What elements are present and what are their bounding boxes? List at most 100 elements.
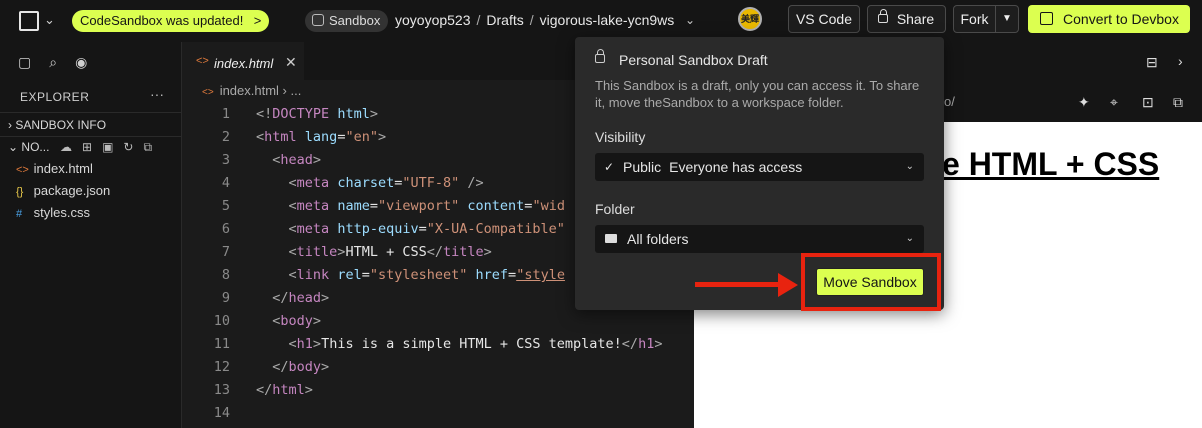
json-file-icon: {} [16, 186, 24, 198]
folder-value: All folders [627, 231, 689, 247]
cube-icon [1040, 12, 1053, 25]
project-breadcrumb: yoyoyop523/Drafts / vigorous-lake-ycn9ws [395, 12, 675, 28]
breadcrumb-drafts[interactable]: Drafts [486, 12, 523, 28]
search-icon[interactable]: ⌕ [49, 54, 57, 71]
preview-url[interactable]: o/ [944, 94, 955, 109]
new-folder-icon[interactable]: ▣ [102, 140, 113, 155]
line-number: 3 [221, 152, 230, 168]
chevron-right-icon[interactable]: › [1178, 53, 1183, 69]
close-icon[interactable]: ✕ [285, 54, 297, 71]
line-number: 8 [221, 267, 230, 283]
divider [0, 136, 181, 137]
css-file-icon: # [16, 208, 23, 220]
preview-heading: e HTML + CSS [942, 146, 1160, 182]
visibility-note: Everyone has access [669, 159, 803, 175]
sidebar: ▢ ⌕ ◉ EXPLORER ··· › SANDBOX INFO ⌄ NO..… [0, 42, 182, 428]
more-options-icon[interactable]: ··· [150, 86, 164, 102]
file-item-styles-css[interactable]: # styles.css [16, 205, 90, 220]
code-line: </body> [272, 359, 330, 375]
breadcrumb-more[interactable]: ... [291, 83, 302, 98]
line-number: 12 [213, 359, 230, 375]
breadcrumb-user[interactable]: yoyoyop523 [395, 12, 471, 28]
line-number: 13 [213, 382, 230, 398]
html-file-icon: <> [196, 55, 209, 67]
code-line: </html> [256, 382, 313, 398]
convert-label: Convert to Devbox [1063, 11, 1179, 27]
avatar[interactable]: 美輝 [738, 7, 762, 31]
check-icon: ✓ [604, 160, 615, 174]
crosshair-icon[interactable]: ⌖ [1110, 94, 1118, 111]
code-line: <link rel="stylesheet" href="style [288, 267, 565, 283]
collapse-icon[interactable]: ⧉ [143, 140, 152, 155]
line-number: 9 [221, 290, 230, 306]
html-file-icon: <> [16, 164, 29, 176]
file-name: package.json [33, 183, 111, 198]
explorer-heading: EXPLORER [20, 90, 90, 104]
folder-section[interactable]: ⌄ NO... [8, 140, 49, 154]
chevron-right-icon: › [8, 118, 12, 132]
folder-label: Folder [595, 201, 635, 217]
breadcrumb-project[interactable]: vigorous-lake-ycn9ws [540, 12, 675, 28]
code-line: <!DOCTYPE html> [256, 106, 378, 122]
fork-button[interactable]: Fork [953, 5, 996, 33]
file-item-package-json[interactable]: {} package.json [16, 183, 110, 198]
share-label: Share [896, 11, 935, 27]
code-line: <h1>This is a simple HTML + CSS template… [288, 336, 663, 352]
tab-label: index.html [214, 56, 274, 71]
code-line: <html lang="en"> [256, 129, 387, 145]
lock-icon [878, 9, 888, 23]
upload-icon[interactable]: ☁ [60, 140, 72, 155]
folder-tools: ☁ ⊞ ▣ ↻ ⧉ [60, 140, 152, 155]
file-name: styles.css [33, 205, 90, 220]
tab-index-html[interactable]: <> index.html ✕ [182, 42, 304, 80]
line-number: 14 [213, 405, 230, 421]
file-item-index-html[interactable]: <> index.html [16, 161, 93, 176]
update-notice-text: CodeSandbox was updated! [80, 13, 244, 28]
code-line: <meta charset="UTF-8" /> [288, 175, 484, 191]
top-bar: ⌄ CodeSandbox was updated! > Sandbox yoy… [0, 0, 1202, 42]
code-line: <title>HTML + CSS</title> [288, 244, 492, 260]
code-line: <body> [272, 313, 322, 329]
folder-select[interactable]: All folders ⌄ [595, 225, 924, 253]
code-line: </head> [272, 290, 330, 306]
project-menu-chevron-icon[interactable]: ⌄ [685, 13, 695, 27]
vscode-button[interactable]: VS Code [788, 5, 860, 33]
menu-logo-icon[interactable] [19, 11, 39, 31]
annotation-arrow-shaft [695, 282, 783, 287]
sidebar-toolbar: ▢ ⌕ ◉ [18, 54, 87, 71]
divider [0, 112, 181, 113]
window-icon[interactable]: ⧉ [1173, 94, 1183, 111]
code-line: <head> [272, 152, 322, 168]
sandbox-info-section[interactable]: › SANDBOX INFO [8, 118, 106, 132]
split-layout-icon[interactable]: ⊟ [1146, 54, 1158, 71]
chevron-down-icon: ⌄ [905, 161, 914, 172]
code-line: <meta http-equiv="X-UA-Compatible" [288, 221, 565, 237]
sandbox-type-label: Sandbox [329, 13, 381, 28]
chevron-down-icon[interactable]: ⌄ [44, 12, 55, 28]
sandbox-cube-icon [312, 14, 324, 26]
convert-to-devbox-button[interactable]: Convert to Devbox [1028, 5, 1190, 33]
line-number: 10 [213, 313, 230, 329]
visibility-select[interactable]: ✓ Public Everyone has access ⌄ [595, 153, 924, 181]
lock-icon [595, 49, 605, 63]
share-button[interactable]: Share [867, 5, 946, 33]
update-notice-button[interactable]: CodeSandbox was updated! > [72, 10, 270, 32]
editor-breadcrumb: <> index.html › ... [202, 83, 302, 98]
folder-icon [605, 234, 617, 243]
new-file-icon[interactable]: ⊞ [82, 140, 92, 155]
github-icon[interactable]: ◉ [75, 54, 87, 71]
refresh-icon[interactable]: ↻ [123, 140, 133, 155]
sparkle-icon[interactable]: ✦ [1078, 94, 1090, 111]
chevron-right-icon: > [253, 13, 262, 28]
popover-title: Personal Sandbox Draft [619, 52, 768, 68]
line-number: 7 [221, 244, 230, 260]
breadcrumb-file[interactable]: index.html [220, 83, 279, 98]
visibility-value: Public [623, 159, 662, 175]
sandbox-info-label: SANDBOX INFO [15, 118, 107, 132]
line-number: 11 [213, 336, 230, 352]
chevron-down-icon: ⌄ [8, 140, 19, 154]
file-icon[interactable]: ▢ [18, 54, 31, 71]
fork-dropdown-button[interactable]: ▼ [995, 5, 1019, 33]
html-file-icon: <> [202, 87, 214, 98]
terminal-icon[interactable]: ⊡ [1142, 94, 1154, 111]
